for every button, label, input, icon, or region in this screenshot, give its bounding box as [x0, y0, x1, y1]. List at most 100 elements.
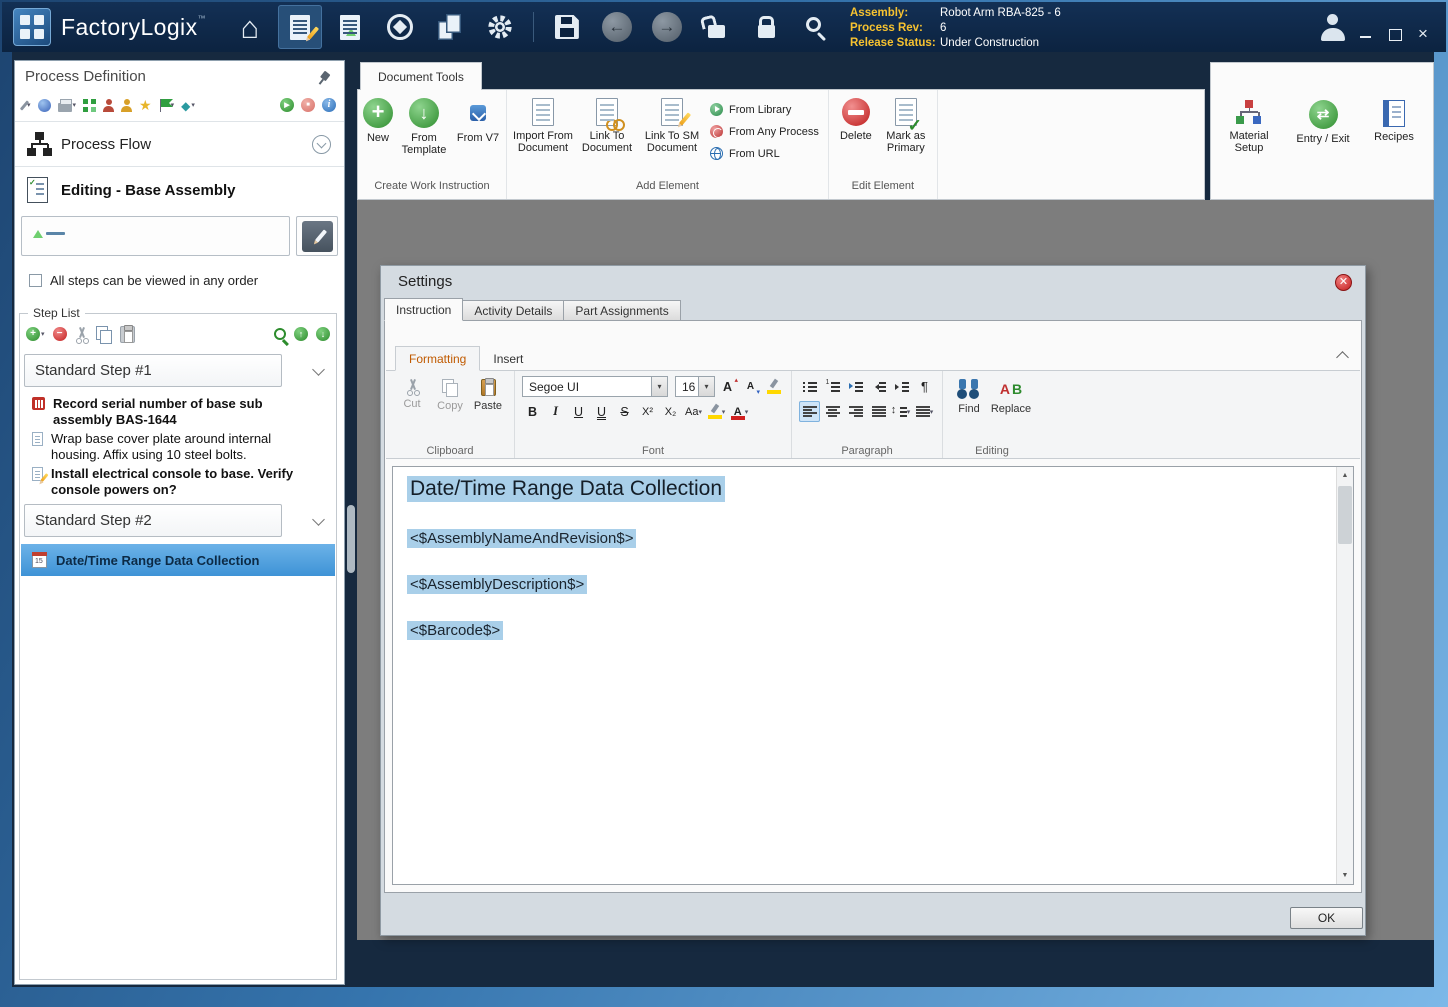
text-alignment-menu-button[interactable]: ▾	[914, 401, 935, 422]
cut-step-button[interactable]	[75, 327, 88, 342]
document-scrollbar[interactable]: ▲ ▼	[1336, 467, 1353, 884]
find-button[interactable]: Find	[950, 375, 988, 415]
chevron-down-icon[interactable]	[312, 513, 325, 526]
copy-step-button[interactable]	[95, 325, 112, 344]
ok-button[interactable]: OK	[1290, 907, 1363, 929]
flag-button[interactable]: ▾	[159, 98, 174, 112]
print-button[interactable]: ▾	[57, 98, 76, 112]
tab-instruction[interactable]: Instruction	[384, 298, 464, 321]
paragraph-marks-button[interactable]	[914, 376, 935, 397]
work-orders-button[interactable]	[328, 5, 372, 49]
close-dialog-button[interactable]: ✕	[1335, 274, 1352, 291]
remove-step-button[interactable]	[52, 327, 67, 341]
edit-note-button[interactable]: ▾	[19, 99, 31, 111]
tab-insert[interactable]: Insert	[480, 346, 536, 371]
expand-process-flow-button[interactable]	[312, 135, 331, 154]
shrink-font-button[interactable]	[740, 376, 761, 397]
increase-indent-button[interactable]	[891, 376, 912, 397]
run-button[interactable]	[280, 98, 294, 112]
cut-button[interactable]: Cut	[393, 375, 431, 410]
step-group-header[interactable]: Standard Step #2	[24, 504, 282, 537]
link-to-sm-document-button[interactable]: Link To SM Document	[640, 97, 704, 154]
scroll-down-button[interactable]: ▼	[1337, 867, 1353, 884]
step-group-header[interactable]: Standard Step #1	[24, 354, 282, 387]
entry-exit-button[interactable]: Entry / Exit	[1291, 99, 1355, 145]
subscript-button[interactable]	[660, 401, 681, 422]
process-definition-button[interactable]	[277, 5, 322, 49]
bullet-list-button[interactable]	[799, 376, 820, 397]
move-up-button[interactable]	[294, 327, 308, 341]
settings-button[interactable]	[478, 5, 522, 49]
edit-mode-button[interactable]	[296, 216, 338, 256]
document-tools-tab[interactable]: Document Tools	[360, 62, 482, 90]
approver-button[interactable]	[121, 98, 133, 112]
status-button[interactable]	[322, 98, 336, 112]
underline-button[interactable]	[568, 401, 589, 422]
material-setup-button[interactable]: Material Setup	[1219, 99, 1279, 154]
mark-as-primary-button[interactable]: Mark as Primary	[880, 97, 932, 154]
document-content[interactable]: Date/Time Range Data Collection <$Assemb…	[407, 476, 1327, 880]
tab-formatting[interactable]: Formatting	[395, 346, 481, 371]
operator-button[interactable]	[103, 98, 115, 112]
step-item[interactable]: Record serial number of base sub assembl…	[22, 396, 334, 428]
explore-button[interactable]	[37, 98, 51, 112]
home-button[interactable]	[228, 5, 272, 49]
documents-button[interactable]	[428, 5, 472, 49]
highlighter-button[interactable]	[763, 376, 784, 397]
font-family-select[interactable]: Segoe UI	[522, 376, 668, 397]
selected-step-item[interactable]: Date/Time Range Data Collection	[21, 544, 335, 576]
paste-button[interactable]: Paste	[469, 375, 507, 412]
tab-part-assignments[interactable]: Part Assignments	[564, 300, 681, 321]
new-button[interactable]: New	[363, 97, 393, 144]
audit-search-button[interactable]	[795, 5, 839, 49]
sidebar-scrollbar-thumb[interactable]	[347, 505, 355, 573]
align-center-button[interactable]	[822, 401, 843, 422]
dropdown-arrow-icon[interactable]	[651, 377, 667, 396]
favorites-button[interactable]	[139, 98, 152, 113]
stop-button[interactable]	[301, 98, 315, 112]
font-color-button[interactable]: ▾	[729, 401, 750, 422]
forward-button[interactable]	[645, 5, 689, 49]
lock-button[interactable]	[745, 5, 789, 49]
multilevel-list-button[interactable]	[845, 376, 866, 397]
grow-font-button[interactable]	[717, 376, 738, 397]
link-to-document-button[interactable]: Link To Document	[576, 97, 638, 154]
step-item[interactable]: Install electrical console to base. Veri…	[22, 466, 334, 498]
decrease-indent-button[interactable]	[868, 376, 889, 397]
dropdown-arrow-icon[interactable]	[698, 377, 714, 396]
scroll-up-button[interactable]: ▲	[1337, 467, 1353, 484]
line-spacing-button[interactable]: ▾	[891, 401, 912, 422]
chevron-down-icon[interactable]	[312, 363, 325, 376]
navigation-button[interactable]	[378, 5, 422, 49]
collapse-toolbar-button[interactable]	[1336, 351, 1349, 364]
process-tree-button[interactable]	[83, 98, 96, 112]
document-editor[interactable]: Date/Time Range Data Collection <$Assemb…	[392, 466, 1354, 885]
close-window-button[interactable]	[1418, 24, 1430, 44]
pin-icon[interactable]	[313, 68, 333, 88]
process-flow-row[interactable]: Process Flow	[15, 125, 344, 165]
user-account-button[interactable]	[1318, 14, 1348, 41]
import-from-document-button[interactable]: Import From Document	[512, 97, 574, 154]
copy-button[interactable]: Copy	[431, 375, 469, 412]
italic-button[interactable]	[545, 401, 566, 422]
any-order-checkbox[interactable]	[29, 274, 42, 287]
font-size-select[interactable]: 16	[675, 376, 715, 397]
move-down-button[interactable]	[316, 327, 330, 341]
save-button[interactable]	[545, 5, 589, 49]
publish-button[interactable]: ▾	[181, 98, 195, 113]
from-url-button[interactable]: From URL	[710, 144, 819, 163]
from-template-button[interactable]: From Template	[395, 97, 453, 156]
zoom-step-button[interactable]	[274, 328, 286, 340]
delete-element-button[interactable]: Delete	[834, 97, 878, 142]
superscript-button[interactable]	[637, 401, 658, 422]
strikethrough-button[interactable]	[614, 401, 635, 422]
replace-button[interactable]: Replace	[988, 375, 1034, 415]
change-case-button[interactable]: ▾	[683, 401, 704, 422]
minimize-button[interactable]	[1360, 29, 1372, 40]
justify-button[interactable]	[868, 401, 889, 422]
step-item[interactable]: Wrap base cover plate around internal ho…	[22, 431, 334, 463]
unlock-button[interactable]	[695, 5, 739, 49]
align-left-button[interactable]	[799, 401, 820, 422]
from-any-process-button[interactable]: From Any Process	[710, 122, 819, 141]
from-v7-button[interactable]: From V7	[455, 97, 501, 144]
